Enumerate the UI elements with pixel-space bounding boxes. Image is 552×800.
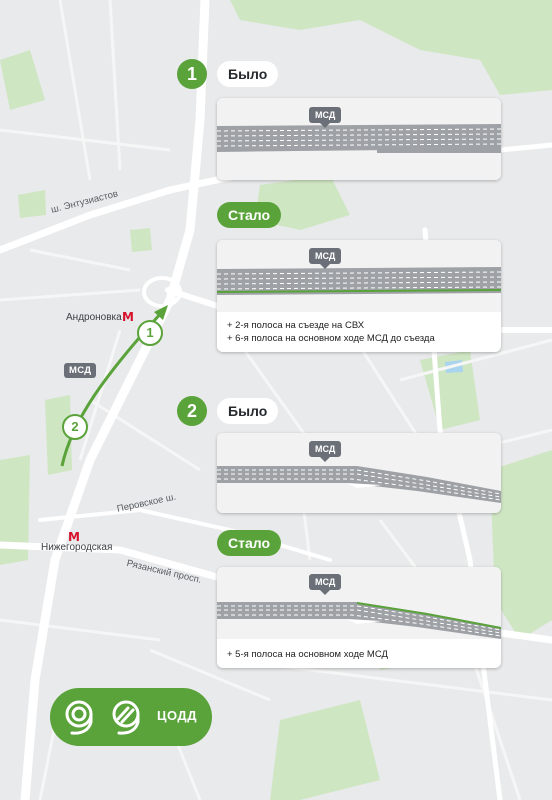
msd-road-tag: МСД [309,441,342,462]
metro-label-nizhegorodskaya: Нижегородская [41,542,113,553]
road-lanes-diagram [217,98,501,180]
section-number-2: 2 [177,396,207,426]
codd-logo: ЦОДД [50,688,212,746]
after-label: Стало [217,530,282,556]
before-label: Было [217,398,279,424]
after-road-diagram: МСД + 5-я полоса на основном ходе МСД [217,567,501,668]
map-marker-1[interactable]: 1 [137,320,163,346]
road-lanes-diagram [217,433,501,513]
changes-notes: + 5-я полоса на основном ходе МСД [227,649,388,662]
metro-icon: М [122,310,134,324]
codd-logo-text: ЦОДД [157,708,197,723]
msd-road-tag: МСД [309,574,342,595]
msd-road-tag: МСД [309,107,342,128]
metro-label-andronovka: Андроновка [66,312,122,323]
before-road-diagram: МСД [217,98,501,180]
map-marker-2[interactable]: 2 [62,414,88,440]
road-lanes-diagram [217,240,501,312]
msd-road-tag: МСД [309,248,342,269]
codd-logo-icon [65,700,140,735]
change-note: + 2-я полоса на съезде на СВХ [227,320,365,331]
changes-notes: + 2-я полоса на съезде на СВХ + 6-я поло… [227,320,435,345]
before-road-diagram: МСД [217,433,501,513]
section-number-1: 1 [177,59,207,89]
change-note: + 6-я полоса на основном ходе МСД до съе… [227,332,435,344]
change-note: + 5-я полоса на основном ходе МСД [227,649,388,660]
after-label: Стало [217,202,282,228]
msd-map-tag: МСД [64,363,97,378]
before-label: Было [217,61,279,87]
after-road-diagram: МСД + 2-я полоса на съезде на СВХ + 6-я … [217,240,501,352]
road-lanes-diagram [217,567,501,639]
